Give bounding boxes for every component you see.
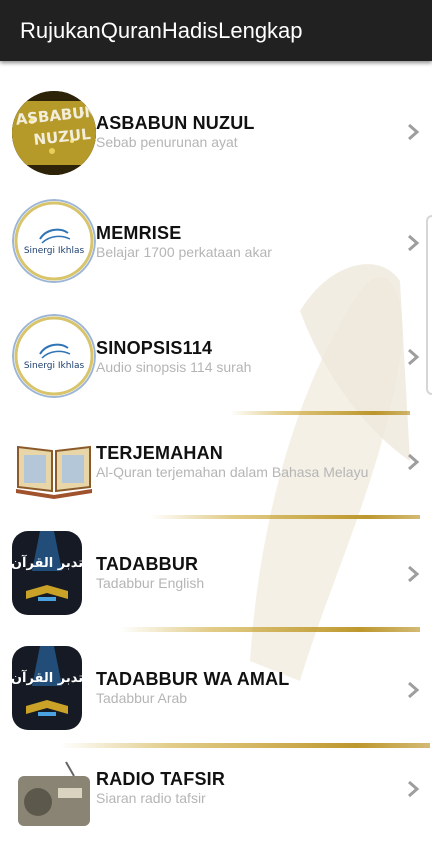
- item-title: ASBABUN NUZUL: [96, 113, 255, 133]
- svg-text:Sinergi Ikhlas: Sinergi Ikhlas: [24, 361, 85, 371]
- tadabbur-quran-icon: تدبر القرآن: [12, 531, 82, 615]
- list-item-tadabbur[interactable]: تدبر القرآن TADABBUR Tadabbur English: [0, 527, 432, 639]
- item-title: MEMRISE: [96, 223, 182, 243]
- item-subtitle: Belajar 1700 perkataan akar: [96, 244, 272, 260]
- item-title: TADABBUR: [96, 554, 199, 574]
- svg-text:Sinergi Ikhlas: Sinergi Ikhlas: [24, 246, 85, 256]
- item-title: RADIO TAFSIR: [96, 769, 226, 789]
- chevron-right-icon: [408, 348, 420, 366]
- item-subtitle: Siaran radio tafsir: [96, 790, 206, 806]
- chevron-right-icon: [408, 453, 420, 471]
- app-bar: RujukanQuranHadisLengkap: [0, 0, 432, 61]
- list-item-sinopsis114[interactable]: Sinergi Ikhlas SINOPSIS114 Audio sinopsi…: [0, 301, 432, 413]
- list-item-asbabun-nuzul[interactable]: ASBABUN NUZUL ASBABUN NUZUL Sebab penuru…: [0, 75, 432, 187]
- chevron-right-icon: [408, 234, 420, 252]
- item-title: TERJEMAHAN: [96, 443, 224, 463]
- tadabbur-quran-icon: تدبر القرآن: [12, 646, 82, 730]
- item-subtitle: Al-Quran terjemahan dalam Bahasa Melayu: [96, 464, 369, 480]
- asbabun-nuzul-logo-icon: ASBABUN NUZUL: [12, 91, 96, 175]
- list-item-terjemahan[interactable]: TERJEMAHAN Al-Quran terjemahan dalam Bah…: [0, 413, 432, 525]
- radio-icon: [12, 760, 96, 844]
- chevron-right-icon: [408, 681, 420, 699]
- sinergi-ikhlas-logo-icon: Sinergi Ikhlas: [12, 199, 96, 283]
- item-subtitle: Tadabbur English: [96, 575, 205, 591]
- list-item-radio-tafsir[interactable]: RADIO TAFSIR Siaran radio tafsir: [0, 754, 432, 866]
- svg-text:تدبر القرآن: تدبر القرآن: [12, 554, 82, 571]
- sinergi-ikhlas-logo-icon: Sinergi Ikhlas: [12, 314, 96, 398]
- chevron-right-icon: [408, 123, 420, 141]
- svg-text:تدبر القرآن: تدبر القرآن: [12, 669, 82, 686]
- item-title: SINOPSIS114: [96, 338, 213, 358]
- list-item-tadabbur-wa-amal[interactable]: تدبر القرآن TADABBUR WA AMAL Tadabbur Ar…: [0, 642, 432, 754]
- list-item-memrise[interactable]: Sinergi Ikhlas MEMRISE Belajar 1700 perk…: [0, 187, 432, 299]
- chevron-right-icon: [408, 780, 420, 798]
- item-subtitle: Tadabbur Arab: [96, 690, 188, 706]
- chevron-right-icon: [408, 565, 420, 583]
- scroll-indicator[interactable]: [426, 215, 432, 395]
- item-subtitle: Audio sinopsis 114 surah: [96, 359, 252, 375]
- open-quran-book-icon: [12, 425, 96, 509]
- item-subtitle: Sebab penurunan ayat: [96, 134, 238, 150]
- item-title: TADABBUR WA AMAL: [96, 669, 290, 689]
- app-title: RujukanQuranHadisLengkap: [20, 17, 303, 43]
